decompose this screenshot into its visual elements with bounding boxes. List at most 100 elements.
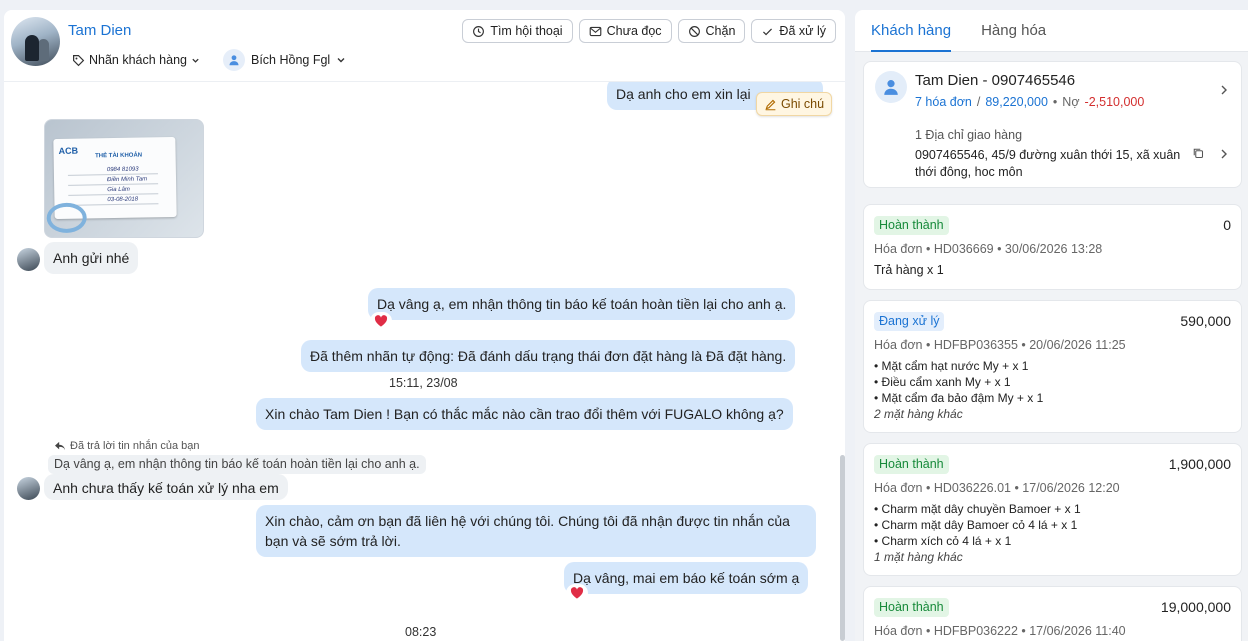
card-title: THẺ TÀI KHOẢN — [95, 152, 143, 160]
user-icon — [229, 55, 239, 66]
more-items: 1 mặt hàng khác — [874, 550, 963, 564]
order-amount: 1,900,000 — [1168, 456, 1231, 472]
address-count: 1 Địa chỉ giao hàng — [915, 128, 1023, 142]
order-card[interactable]: Hoàn thành 19,000,000 Hóa đơn • HDFBP036… — [863, 586, 1242, 641]
stats-dot: • — [1052, 95, 1058, 109]
auto-reply-message[interactable]: Xin chào, cảm ơn bạn đã liên hệ với chún… — [256, 505, 816, 557]
message-in[interactable]: Anh gửi nhé — [44, 242, 139, 274]
card-line — [67, 173, 158, 176]
heart-reaction-icon[interactable] — [566, 584, 588, 602]
note-button[interactable]: Dạ anh cho em xin lại Ghi chú — [756, 92, 833, 116]
customer-tag-dropdown[interactable]: Nhãn khách hàng — [72, 53, 200, 67]
card-swoosh — [46, 202, 87, 234]
order-meta: Hóa đơn • HD036669 • 30/06/2026 13:28 — [874, 242, 1103, 256]
customer-card: Tam Dien - 0907465546 7 hóa đơn / 89,220… — [863, 61, 1242, 188]
chat-header: Tam Dien Nhãn khách hàng Bích Hồng Fgl T… — [4, 10, 845, 82]
heart-reaction-icon[interactable] — [370, 312, 392, 330]
order-item: Trả hàng x 1 — [874, 263, 944, 277]
contact-avatar-small[interactable] — [17, 477, 40, 500]
timestamp: 15:11, 23/08 — [389, 376, 458, 390]
bank-logo: ACB — [58, 145, 79, 156]
panel-tabs: Khách hàng Hàng hóa — [855, 10, 1248, 52]
card-branch: Gia Lâm — [107, 186, 130, 194]
resolved-button[interactable]: Đã xử lý — [751, 19, 836, 43]
customer-name[interactable]: Tam Dien - 0907465546 — [915, 72, 1075, 89]
order-items: • Mặt cẩm hạt nước My + x 1 • Điều cẩm x… — [874, 358, 1043, 422]
contact-avatar[interactable] — [11, 17, 60, 66]
order-item: • Charm mặt dây chuyền Bamoer + x 1 — [874, 502, 1081, 516]
customer-tag-label: Nhãn khách hàng — [89, 53, 187, 67]
status-badge: Hoàn thành — [874, 216, 949, 235]
card-number: 0984 81093 — [106, 166, 139, 174]
copy-icon[interactable] — [1192, 147, 1204, 159]
debt-label: Nợ — [1062, 95, 1080, 109]
order-card[interactable]: Hoàn thành 1,900,000 Hóa đơn • HD036226.… — [863, 443, 1242, 576]
card-holder: Điền Minh Tam — [106, 176, 148, 184]
order-card[interactable]: Đang xử lý 590,000 Hóa đơn • HDFBP036355… — [863, 300, 1242, 433]
customer-stats: 7 hóa đơn / 89,220,000 • Nợ -2,510,000 — [915, 95, 1144, 109]
chevron-right-icon[interactable] — [1219, 84, 1229, 96]
message-in[interactable]: Anh chưa thấy kế toán xử lý nha em — [44, 474, 288, 500]
message-out[interactable]: Dạ vâng, mai em báo kế toán sớm ạ — [564, 562, 809, 594]
order-item: • Charm mặt dây Bamoer cỏ 4 lá + x 1 — [874, 518, 1078, 532]
history-icon — [473, 25, 485, 37]
contact-name[interactable]: Tam Dien — [68, 22, 131, 39]
order-amount: 590,000 — [1180, 313, 1231, 329]
order-meta: Hóa đơn • HD036226.01 • 17/06/2026 12:20 — [874, 481, 1120, 495]
order-items: • Charm mặt dây chuyền Bamoer + x 1 • Ch… — [874, 501, 1081, 565]
chevron-right-icon[interactable] — [1219, 148, 1229, 160]
find-conversation-button[interactable]: Tìm hội thoại — [462, 19, 573, 43]
order-card[interactable]: Hoàn thành 0 Hóa đơn • HD036669 • 30/06/… — [863, 204, 1242, 290]
edit-note-icon — [765, 99, 776, 110]
check-icon — [763, 27, 773, 35]
timestamp: 08:23 — [405, 625, 437, 639]
chevron-down-icon — [337, 58, 345, 63]
scrollbar[interactable] — [840, 455, 845, 641]
order-count[interactable]: 7 hóa đơn — [915, 95, 972, 109]
status-badge: Hoàn thành — [874, 598, 949, 617]
order-amount: 19,000,000 — [1160, 599, 1231, 615]
tag-icon — [73, 54, 85, 66]
order-item: • Điều cẩm xanh My + x 1 — [874, 375, 1011, 389]
card-date: 03-08-2018 — [107, 196, 139, 204]
contact-avatar-small[interactable] — [17, 248, 40, 271]
total-spent: 89,220,000 — [985, 95, 1048, 109]
tab-customer[interactable]: Khách hàng — [871, 10, 952, 52]
order-item: • Mặt cẩm đa bảo đậm My + x 1 — [874, 391, 1044, 405]
reply-hint-text: Đã trả lời tin nhắn của bạn — [70, 440, 200, 452]
assignee-avatar — [223, 49, 245, 71]
stats-separator: / — [976, 95, 981, 109]
order-item: • Mặt cẩm hạt nước My + x 1 — [874, 359, 1029, 373]
image-message[interactable]: ACB THẺ TÀI KHOẢN 0984 81093 Điền Minh T… — [44, 119, 204, 238]
chevron-down-icon — [192, 58, 199, 63]
delivery-address: 0907465546, 45/9 đường xuân thới 15, xã … — [915, 148, 1181, 179]
assignee-name: Bích Hồng Fgl — [251, 53, 331, 67]
card-line — [68, 203, 159, 206]
reply-icon — [55, 441, 65, 451]
more-items: 2 mặt hàng khác — [874, 407, 963, 421]
card-line — [68, 193, 159, 196]
reply-quote[interactable]: Dạ vâng ạ, em nhận thông tin báo kế toán… — [48, 455, 426, 474]
message-out[interactable]: Dạ vâng ạ, em nhận thông tin báo kế toán… — [368, 288, 796, 320]
customer-panel: Khách hàng Hàng hóa Tam Dien - 090746554… — [855, 10, 1248, 641]
system-message: Đã thêm nhãn tự động: Đã đánh dấu trạng … — [301, 340, 796, 372]
unread-label: Chưa đọc — [606, 24, 662, 38]
reply-hint: Đã trả lời tin nhắn của bạn — [54, 440, 200, 452]
order-items: Trả hàng x 1 — [874, 262, 944, 278]
note-label-text: Ghi chú — [781, 97, 825, 111]
status-badge: Hoàn thành — [874, 455, 949, 474]
header-actions: Tìm hội thoại Chưa đọc Chặn Đã xử lý — [462, 19, 836, 43]
block-button[interactable]: Chặn — [677, 19, 746, 43]
unread-button[interactable]: Chưa đọc — [578, 19, 672, 43]
debt-amount: -2,510,000 — [1084, 95, 1145, 109]
order-meta: Hóa đơn • HDFBP036222 • 17/06/2026 11:40 — [874, 624, 1126, 638]
tab-products[interactable]: Hàng hóa — [981, 10, 1046, 52]
message-list[interactable]: Dạ anh cho em xin lại Dạ anh cho em xin … — [4, 82, 845, 641]
resolved-label: Đã xử lý — [779, 24, 826, 38]
order-item: • Charm xích cỏ 4 lá + x 1 — [874, 534, 1012, 548]
user-icon — [884, 80, 898, 95]
block-label: Chặn — [705, 24, 736, 38]
message-out[interactable]: Xin chào Tam Dien ! Bạn có thắc mắc nào … — [256, 398, 793, 430]
order-meta: Hóa đơn • HDFBP036355 • 20/06/2026 11:25 — [874, 338, 1126, 352]
assignee-dropdown[interactable]: Bích Hồng Fgl — [223, 49, 346, 71]
